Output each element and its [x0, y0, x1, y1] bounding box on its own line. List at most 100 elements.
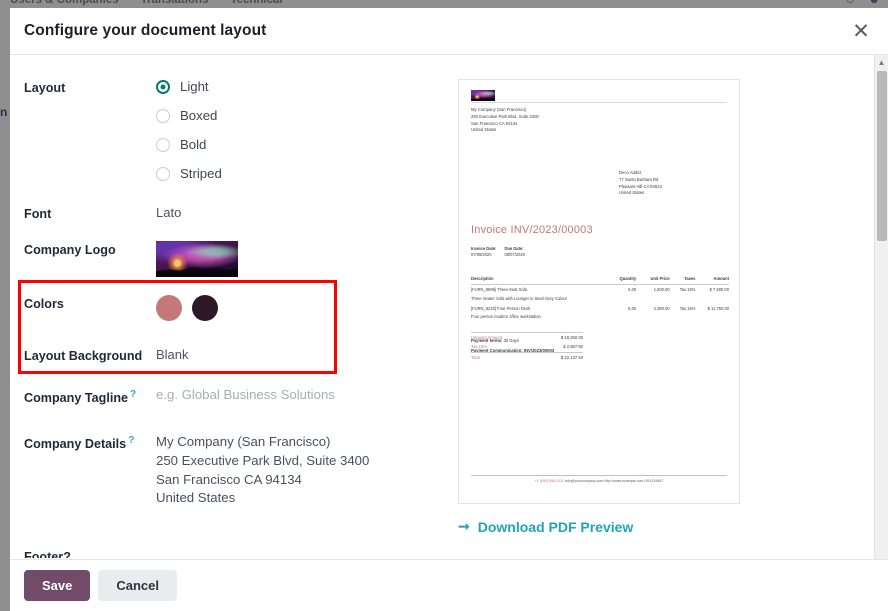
preview-company-name: My Company (San Francisco) [471, 107, 527, 112]
col-amount: Amount [695, 276, 729, 286]
preview-customer-line: 77 Santa Barbara Rd [619, 176, 659, 182]
field-label-layout: Layout [24, 81, 66, 95]
radio-layout-light[interactable]: Light [156, 79, 440, 94]
dialog-scroll-area: Layout Light Boxed Bold Striped Font Lat… [10, 55, 888, 559]
col-unit-price: Unit Price [636, 276, 670, 286]
field-label-company-logo: Company Logo [24, 243, 116, 257]
cell-taxes: Tax 15% [679, 287, 696, 293]
color-swatch-secondary[interactable] [192, 295, 218, 321]
download-pdf-preview-link[interactable]: ➞ Download PDF Preview [458, 518, 633, 535]
app-menu-items: Users & Companies Translations Technical [0, 0, 283, 8]
color-swatch-primary[interactable] [156, 295, 182, 321]
download-link-label: Download PDF Preview [477, 518, 634, 535]
preview-page-footer: +1 (650) 555-0111 info@yourcompany.com h… [471, 475, 727, 485]
cell-unit-price: 2,350.00 [653, 306, 670, 312]
preview-address-line: San Francisco CA 94134 [471, 120, 518, 126]
footer-contact: info@yourcompany.com http://www.example.… [564, 479, 664, 484]
preview-customer-address: Deco Addict 77 Santa Barbara Rd Pleasant… [619, 170, 662, 197]
cell-quantity: 5.00 [628, 287, 637, 293]
background-left-strip [0, 8, 10, 611]
logo-artwork [156, 241, 238, 277]
layout-settings-form: Layout Light Boxed Bold Striped Font Lat… [10, 55, 450, 559]
radio-dot-icon [156, 108, 170, 123]
radio-label-light: Light [180, 79, 209, 94]
close-icon[interactable]: ✕ [848, 18, 874, 44]
help-icon[interactable]: ? [63, 550, 71, 558]
preview-header-divider [471, 102, 727, 103]
cell-quantity: 5.00 [628, 306, 637, 312]
cell-amount: $ 11,750.00 [707, 306, 729, 312]
footer-phone: +1 (650) 555-0111 [534, 479, 564, 484]
radio-dot-icon [156, 79, 170, 94]
cell-description-sub: Four person modern office workstation [471, 314, 541, 320]
layout-background-value[interactable]: Blank [156, 347, 440, 362]
layout-radio-group: Light Boxed Bold Striped [156, 79, 440, 181]
color-swatches [156, 295, 440, 321]
preview-address-line: 250 Executive Park Blvd, Suite 3400 [471, 113, 539, 119]
field-company-logo: Company Logo [24, 241, 440, 277]
field-font: Font Lato [24, 205, 440, 221]
radio-layout-striped[interactable]: Striped [156, 166, 440, 181]
table-row: [FURN_8999] Three-Seat Sofa 5.00 1,500.0… [471, 285, 729, 294]
field-layout-background: Layout Background Blank [24, 347, 440, 363]
dialog-scrollbar[interactable]: ▲ [874, 55, 888, 559]
field-label-footer: Footer? [24, 550, 71, 558]
save-button[interactable]: Save [24, 570, 91, 601]
radio-layout-bold[interactable]: Bold [156, 137, 440, 152]
radio-layout-boxed[interactable]: Boxed [156, 108, 440, 123]
field-company-tagline: Company Tagline? e.g. Global Business So… [24, 387, 440, 405]
preview-invoice-title: Invoice INV/2023/00003 [471, 224, 593, 236]
preview-company-address: My Company (San Francisco) 250 Executive… [471, 107, 727, 134]
totals-value: $ 19,250.00 [536, 331, 583, 343]
field-label-company-tagline: Company Tagline? [24, 389, 137, 406]
cell-taxes: Tax 15% [679, 306, 696, 312]
font-value[interactable]: Lato [156, 205, 440, 220]
field-layout: Layout Light Boxed Bold Striped [24, 79, 440, 181]
menu-item-translations[interactable]: Translations [141, 0, 209, 6]
caret-up-icon[interactable]: ▲ [875, 55, 888, 69]
preview-company-logo [471, 90, 495, 101]
menu-item-technical[interactable]: Technical [230, 0, 282, 6]
company-logo-image[interactable] [156, 241, 238, 277]
dialog-footer: Save Cancel [10, 559, 888, 611]
scrollbar-thumb[interactable] [877, 71, 887, 241]
company-details-line: 250 Executive Park Blvd, Suite 3400 [156, 452, 370, 468]
totals-label: Untaxed Amount [471, 331, 537, 343]
cell-description-sub: Three Seater Sofa with Lounger in Steel … [471, 295, 568, 301]
field-label-company-details: Company Details? [24, 435, 135, 452]
dialog-header: Configure your document layout ✕ [10, 8, 888, 55]
app-top-menu-bar: Users & Companies Translations Technical… [0, 0, 888, 8]
background-cut-text: n [0, 105, 8, 119]
help-icon[interactable]: ? [128, 435, 134, 446]
company-details-line: United States [156, 490, 236, 506]
table-header-row: Description Quantity Unit Price Taxes Am… [471, 276, 729, 286]
field-label-font: Font [24, 207, 52, 221]
radio-label-bold: Bold [180, 137, 207, 152]
totals-value: $ 2,887.50 [563, 344, 583, 350]
company-details-line: San Francisco CA 94134 [156, 471, 302, 487]
company-details-line: My Company (San Francisco) [156, 434, 331, 450]
activity-icon[interactable]: ⏱ [846, 0, 855, 7]
field-label-layout-background: Layout Background [24, 349, 143, 363]
configure-document-layout-dialog: Configure your document layout ✕ Layout … [10, 8, 888, 611]
field-company-details: Company Details? My Company (San Francis… [24, 433, 440, 508]
preview-customer-line: Pleasant Hill CA 94523 [619, 183, 662, 189]
user-icon[interactable]: ☻ [868, 0, 880, 6]
cell-amount: $ 7,500.00 [709, 287, 729, 293]
company-details-input[interactable]: My Company (San Francisco) 250 Executive… [156, 433, 440, 508]
table-row-sub: Three Seater Sofa with Lounger in Steel … [471, 294, 729, 304]
preview-address-line: United States [471, 127, 497, 133]
table-row: [FURN_8220] Four Person Desk 5.00 2,350.… [471, 304, 729, 312]
help-icon[interactable]: ? [130, 389, 136, 400]
app-system-icons: ⏱ ☻ [846, 0, 880, 8]
totals-row-untaxed: Untaxed Amount $ 19,250.00 [471, 331, 583, 343]
logo-artwork [471, 90, 495, 101]
totals-label: Total [471, 352, 537, 364]
cancel-button[interactable]: Cancel [98, 570, 178, 601]
radio-dot-icon [156, 137, 170, 152]
company-tagline-input[interactable]: e.g. Global Business Solutions [156, 387, 440, 402]
menu-item-users-companies[interactable]: Users & Companies [10, 0, 119, 6]
radio-dot-icon [156, 166, 170, 181]
col-description: Description [471, 276, 606, 286]
arrow-right-icon: ➞ [458, 518, 470, 534]
